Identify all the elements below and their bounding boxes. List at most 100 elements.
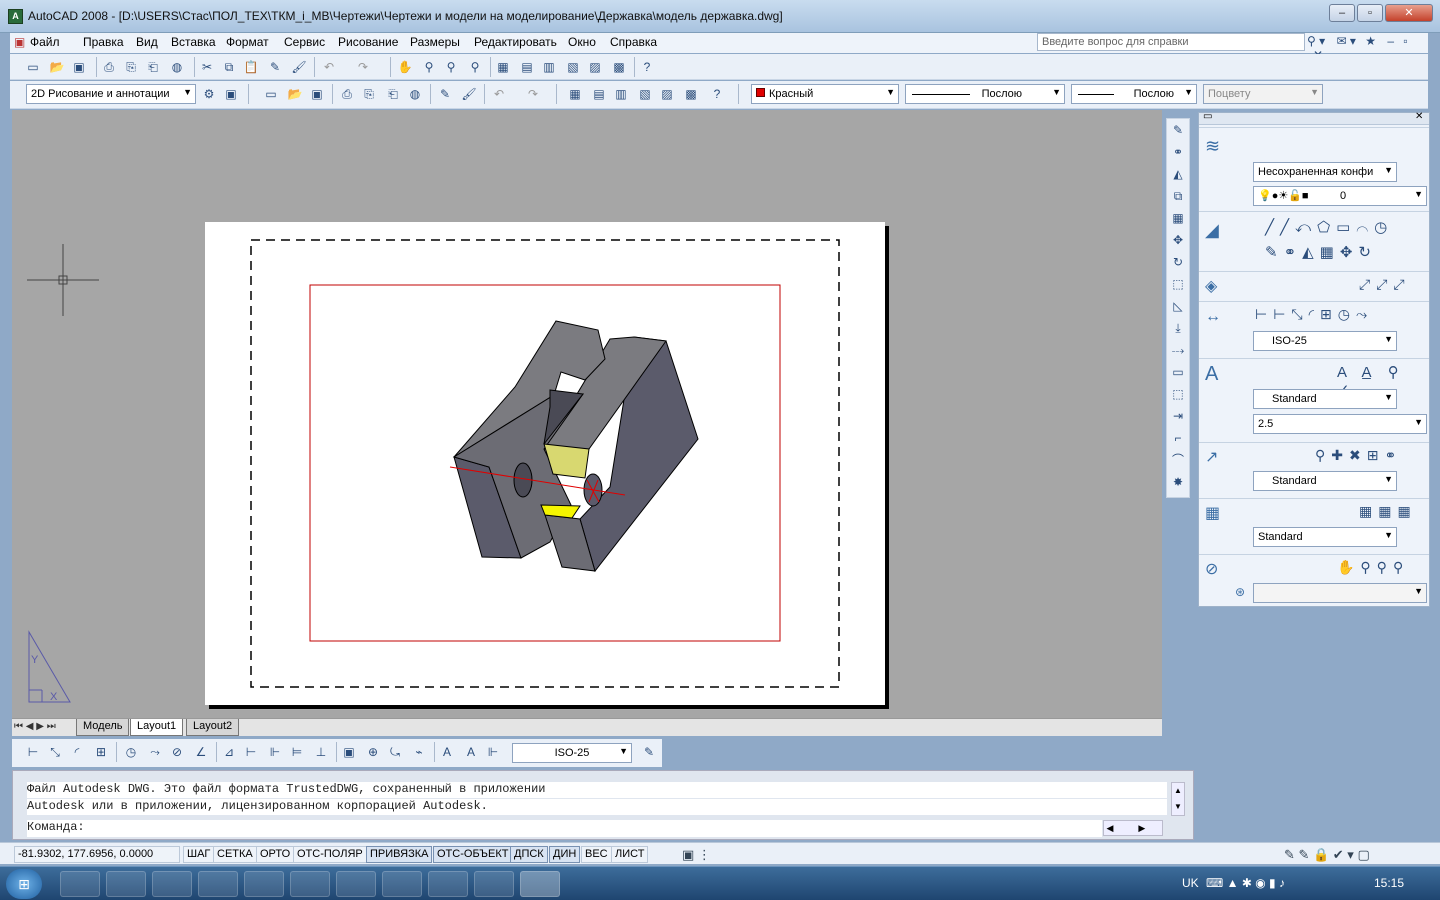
clock[interactable]: 15:15 (1374, 876, 1404, 890)
palette-close-icon[interactable]: ✕ (1415, 111, 1423, 122)
break-icon[interactable]: ⬚ (1169, 385, 1187, 403)
help-icon[interactable]: ? (638, 58, 656, 76)
taskbar-media[interactable] (198, 871, 238, 897)
taskbar-ie[interactable] (60, 871, 100, 897)
command-prompt[interactable]: Команда: (27, 820, 1102, 837)
menu-edit[interactable]: Правка (83, 35, 124, 49)
undo-icon[interactable]: ↶ (320, 58, 338, 76)
quick-dim-icon[interactable]: ⊿ (220, 743, 238, 761)
linetype-dropdown[interactable]: Послою ▼ (905, 84, 1065, 104)
offset-icon[interactable]: ⧉ (1169, 187, 1187, 205)
view-back-icon[interactable]: ⊛ (1235, 585, 1245, 599)
taskbar-app7[interactable] (336, 871, 376, 897)
holder-3d-model[interactable] (449, 320, 699, 573)
publish-icon[interactable]: ⎗ (144, 58, 162, 76)
dimension-tools[interactable]: ⊢⊢⤡◜⊞◷⤳ (1255, 306, 1373, 323)
layer-state-dropdown[interactable]: Несохраненная конфи ▼ (1253, 162, 1397, 182)
dim-style-icon[interactable]: ✎ (640, 743, 658, 761)
layer-dropdown[interactable]: 💡●☀🔓■ 0 ▼ (1253, 186, 1427, 206)
center-mark-icon[interactable]: ⊕ (364, 743, 382, 761)
properties-icon[interactable]: ▦ (494, 58, 512, 76)
dim-baseline-icon[interactable]: ⊢ (242, 743, 260, 761)
menu-help[interactable]: Справка (610, 35, 657, 49)
break-at-point-icon[interactable]: ▭ (1169, 363, 1187, 381)
modify-tools[interactable]: ✎⚭◭▦✥↻ (1265, 243, 1377, 261)
doc-icon[interactable]: ▣ (14, 35, 25, 49)
save-icon[interactable]: ▣ (70, 58, 88, 76)
plotstyle-dropdown[interactable]: Поцвету ▼ (1203, 84, 1323, 104)
zoom-window-icon[interactable]: ⚲ (442, 58, 460, 76)
search-icon[interactable]: ⚲ ▾ (1307, 34, 1325, 48)
multileader-tools[interactable]: ⚲✚✖⊞⚭ (1315, 447, 1402, 464)
maximize-viewport-icon[interactable]: ▣ ⋮ (682, 847, 711, 863)
open-icon-2[interactable]: 📂 (286, 85, 304, 103)
minimize-button[interactable]: – (1329, 4, 1355, 22)
text-height-dropdown[interactable]: 2.5 ▼ (1253, 414, 1427, 434)
markup-icon[interactable]: ▨ (586, 58, 604, 76)
markup-icon-2[interactable]: ▨ (658, 85, 676, 103)
toggle-lwt[interactable]: ВЕС (581, 846, 612, 863)
match-properties-icon[interactable]: ✎ (266, 58, 284, 76)
named-views-dropdown[interactable]: ▼ (1253, 583, 1427, 603)
move-icon[interactable]: ✥ (1169, 231, 1187, 249)
dim-text-edit-icon[interactable]: A (462, 743, 480, 761)
favorites-icon[interactable]: ★ (1365, 34, 1376, 48)
color-dropdown[interactable]: Красный ▼ (751, 84, 899, 104)
palette-menu-icon[interactable]: ▭ (1203, 111, 1212, 122)
dim-edit-icon[interactable]: A (438, 743, 456, 761)
dim-continue-icon[interactable]: ⊩ (266, 743, 284, 761)
workspace-dropdown[interactable]: 2D Рисование и аннотации ▼ (26, 84, 196, 104)
zoom-realtime-icon[interactable]: ⚲ (420, 58, 438, 76)
doc-restore-button[interactable]: ▫ (1403, 34, 1407, 48)
tolerance-icon[interactable]: ▣ (340, 743, 358, 761)
menu-tools[interactable]: Сервис (284, 35, 325, 49)
menu-insert[interactable]: Вставка (171, 35, 216, 49)
jogged-linear-icon[interactable]: ⌁ (410, 743, 428, 761)
autocad-app-icon[interactable]: A (8, 9, 23, 24)
command-hscrollbar[interactable]: ◀ ▶ (1103, 820, 1163, 836)
extend-icon[interactable]: ⤏ (1169, 341, 1187, 359)
save-icon-2[interactable]: ▣ (308, 85, 326, 103)
redo-icon-2[interactable]: ↷ (524, 85, 542, 103)
tray-icons[interactable]: ⌨ ▲ ✱ ◉ ▮ ♪ (1206, 876, 1285, 890)
trim-icon[interactable]: ⤓ (1169, 319, 1187, 337)
menu-modify[interactable]: Редактировать (474, 35, 557, 49)
doc-minimize-button[interactable]: – (1387, 34, 1394, 48)
inspection-icon[interactable]: ⤿ (386, 743, 404, 761)
plot-icon-2[interactable]: ⎙ (338, 85, 356, 103)
menu-file[interactable]: Файл (30, 35, 60, 49)
toggle-osnap[interactable]: ПРИВЯЗКА (366, 846, 433, 863)
toggle-snap[interactable]: ШАГ (183, 846, 215, 863)
maximize-button[interactable]: ▫ (1357, 4, 1383, 22)
menu-format[interactable]: Формат (226, 35, 269, 49)
toggle-grid[interactable]: СЕТКА (213, 846, 257, 863)
plot-preview-icon[interactable]: ⎘ (122, 58, 140, 76)
toggle-otrack[interactable]: ОТС-ОБЪЕКТ (433, 846, 513, 863)
menu-view[interactable]: Вид (136, 35, 158, 49)
dim-arc-icon[interactable]: ◜ (68, 743, 86, 761)
menu-draw[interactable]: Рисование (338, 35, 398, 49)
table-style-dropdown[interactable]: Standard ▼ (1253, 527, 1397, 547)
stretch-icon[interactable]: ◺ (1169, 297, 1187, 315)
draw-tools[interactable]: ╱╱⤺⬠▭⌒◷ (1265, 218, 1393, 236)
dim-angular-icon[interactable]: ∠ (192, 743, 210, 761)
open-icon[interactable]: 📂 (48, 58, 66, 76)
redo-icon[interactable]: ↷ (354, 58, 372, 76)
quickcalc-icon-2[interactable]: ▩ (682, 85, 700, 103)
3d-dwf-icon[interactable]: ◍ (168, 58, 186, 76)
taskbar-app2[interactable] (106, 871, 146, 897)
dim-update-icon[interactable]: ⊩ (484, 743, 502, 761)
sheet-set-icon-2[interactable]: ▧ (636, 85, 654, 103)
help-icon-2[interactable]: ? (708, 85, 726, 103)
block-editor-icon-2[interactable]: 🖌 (460, 85, 478, 103)
array-icon[interactable]: ▦ (1169, 209, 1187, 227)
plot-icon[interactable]: ⎙ (100, 58, 118, 76)
tab-nav-arrows[interactable]: ⏮ ◀ ▶ ⏭ (14, 721, 56, 732)
help-search-input[interactable]: Введите вопрос для справки (1037, 33, 1305, 51)
close-button[interactable]: ✕ (1385, 4, 1433, 22)
taskbar-utorrent[interactable] (428, 871, 468, 897)
dim-jogged-icon[interactable]: ⤳ (146, 743, 164, 761)
taskbar-app8[interactable] (382, 871, 422, 897)
taskbar-autocad[interactable] (520, 871, 560, 897)
coordinates-readout[interactable]: -81.9302, 177.6956, 0.0000 (14, 846, 180, 863)
